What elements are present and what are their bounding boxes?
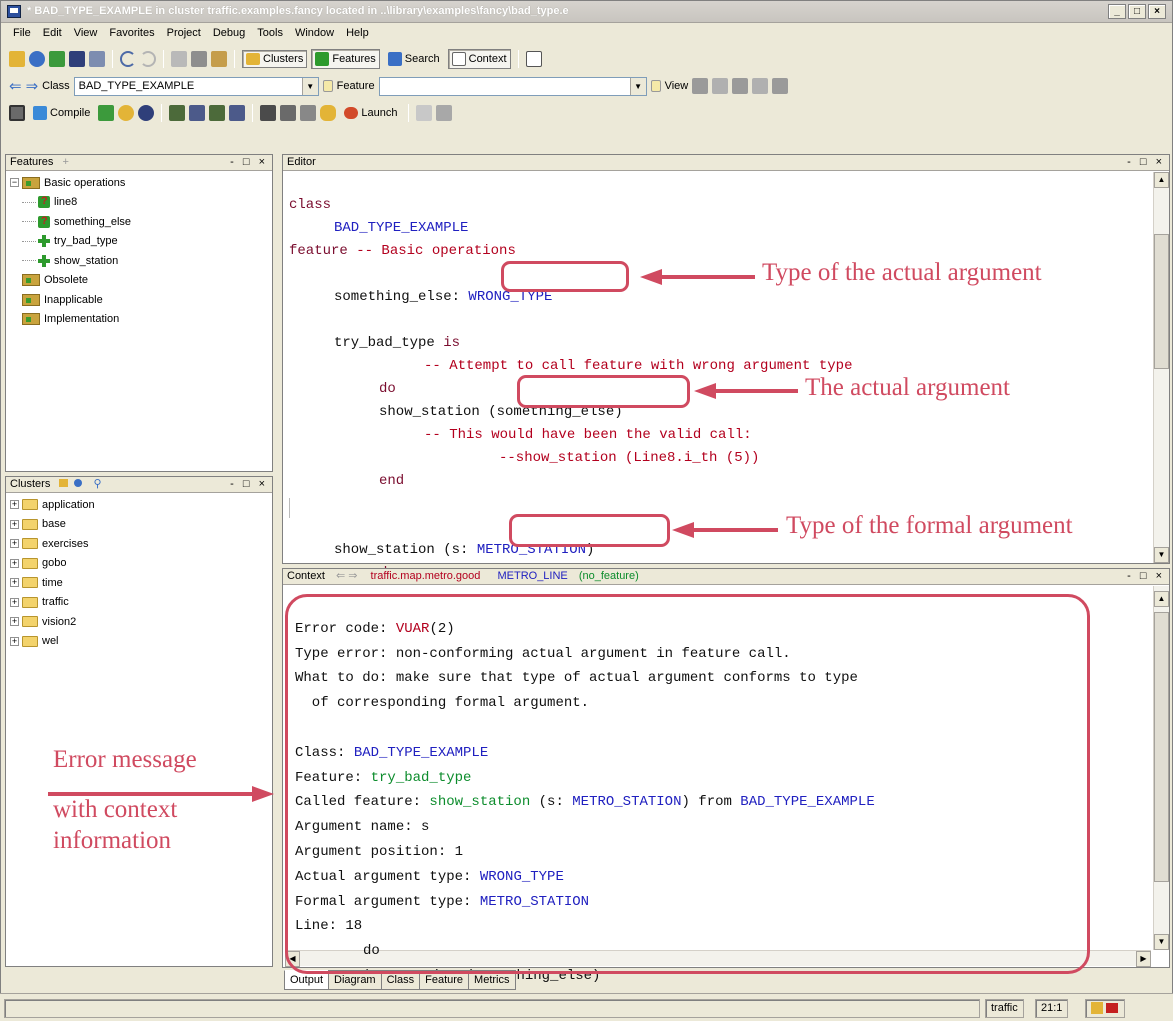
annotation-actual-argument: The actual argument	[805, 374, 1011, 401]
annotation-context-info: with context	[53, 796, 178, 823]
annotation-information: information	[53, 827, 172, 854]
arrow-head	[640, 269, 662, 285]
annotation-error-message: Error message	[53, 746, 197, 773]
arrow-head	[672, 522, 694, 538]
annotation-actual-type: Type of the actual argument	[762, 259, 1042, 286]
annotation-formal-type: Type of the formal argument	[786, 512, 1073, 539]
arrow-head	[694, 383, 716, 399]
annotation-arrows	[48, 269, 798, 802]
arrow-head	[252, 786, 274, 802]
